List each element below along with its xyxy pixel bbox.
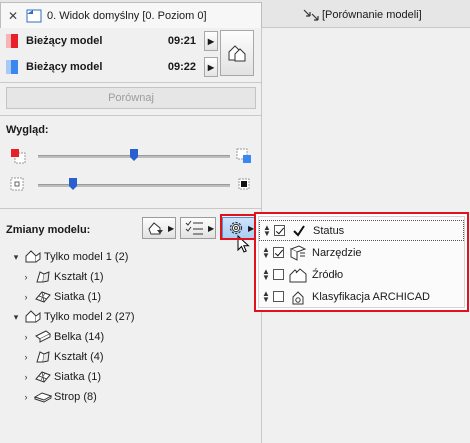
tree-group-row[interactable]: ▾ Tylko model 1 (2) [10,247,128,267]
tool-icon [288,244,308,261]
model-2-color-icon [236,148,251,163]
color-slider-thumb[interactable] [130,149,138,161]
tree-item-label: Kształt (1) [54,271,104,283]
slab-icon [32,389,54,405]
divider [0,115,262,116]
close-tab-icon[interactable]: ✕ [1,9,25,23]
status-checkbox[interactable] [274,225,285,236]
collapse-arrow-icon[interactable]: ▾ [10,252,22,263]
drag-handle-icon[interactable]: ▲ ▼ [259,267,273,281]
beam-icon [32,329,54,345]
document-icon [26,9,42,22]
tab-default-view[interactable]: ✕ 0. Widok domyślny [0. Poziom 0] [0,2,262,28]
tool-checkbox[interactable] [273,247,284,258]
tab-label: [Porównanie modeli] [322,9,422,21]
shape-icon [32,349,54,365]
model-2-time: 09:22 [167,61,196,73]
compare-arrows-icon [303,9,319,21]
model-row-1: Bieżący model 09:21 ▶ [6,30,218,52]
model-1-color-icon [11,149,26,164]
drag-handle-icon[interactable]: ▲ ▼ [259,245,273,259]
list-options-button[interactable]: ▶ [180,217,216,239]
columns-popup: ▲ ▼ Status ▲ ▼ Narzędzie ▲ ▼ Źródło ▲ ▼ … [254,212,469,312]
opacity-slider-thumb[interactable] [68,178,77,190]
tree-group-row[interactable]: ▾ Tylko model 2 (27) [10,307,134,327]
expand-arrow-icon[interactable]: › [20,352,32,362]
model-icon [22,249,44,265]
tree-item-label: Kształt (4) [54,351,104,363]
tab-model-compare[interactable]: [Porównanie modeli] [300,2,470,28]
expand-arrow-icon[interactable]: › [20,292,32,302]
tree-item-label: Belka (14) [54,331,105,343]
source-icon [288,267,308,283]
model-1-select-button[interactable]: ▶ [204,31,218,51]
model-1-time: 09:21 [167,35,196,47]
filled-square-icon [238,178,250,190]
expand-arrow-icon[interactable]: › [20,272,32,282]
tree-item-row[interactable]: › Kształt (1) [20,267,104,287]
column-label: Status [313,224,345,237]
tab-label: 0. Widok domyślny [0. Poziom 0] [47,9,207,22]
tree-item-row[interactable]: › Siatka (1) [20,287,102,307]
classification-icon [288,289,308,305]
expand-arrow-icon[interactable]: › [20,392,32,402]
model-1-label: Bieżący model [26,35,103,47]
model-changes-label: Zmiany modelu: [6,224,91,236]
divider [0,208,262,209]
model-1-color-swatch [6,34,18,48]
mesh-icon [32,369,54,385]
shape-icon [32,269,54,285]
column-item-status[interactable]: ▲ ▼ Status [259,220,464,241]
opacity-slider-row [6,175,256,195]
tab-bar: ✕ 0. Widok domyślny [0. Poziom 0] [Porów… [0,0,470,28]
model-icon [22,309,44,325]
classification-checkbox[interactable] [273,291,284,302]
compare-button[interactable]: Porównaj [6,87,256,109]
tree-item-row[interactable]: › Strop (8) [20,387,97,407]
swap-house-icon [228,45,246,62]
columns-list: ▲ ▼ Status ▲ ▼ Narzędzie ▲ ▼ Źródło ▲ ▼ … [258,216,465,308]
settings-button-highlight [220,214,258,240]
color-slider-row [6,146,256,166]
column-label: Narzędzie [312,246,362,259]
drag-handle-icon[interactable]: ▲ ▼ [259,289,273,303]
tree-item-label: Siatka (1) [54,291,102,303]
tree-item-label: Tylko model 2 (27) [44,311,135,323]
collapse-arrow-icon[interactable]: ▾ [10,312,22,323]
swap-models-button[interactable] [220,30,254,76]
model-2-select-button[interactable]: ▶ [204,57,218,77]
mesh-icon [32,289,54,305]
expand-arrow-icon[interactable]: › [20,332,32,342]
appearance-label: Wygląd: [6,124,49,136]
column-item-classification[interactable]: ▲ ▼ Klasyfikacja ARCHICAD [259,286,464,307]
filter-button[interactable]: ▶ [142,217,176,239]
model-2-label: Bieżący model [26,61,103,73]
drag-handle-icon[interactable]: ▲ ▼ [260,223,274,237]
tree-item-label: Tylko model 1 (2) [44,251,129,263]
column-label: Źródło [312,268,344,281]
tree-item-row[interactable]: › Kształt (4) [20,347,104,367]
tree-item-label: Strop (8) [54,391,97,403]
column-label: Klasyfikacja ARCHICAD [312,290,430,303]
checkmark-icon [289,223,309,239]
tree-item-row[interactable]: › Belka (14) [20,327,104,347]
model-row-2: Bieżący model 09:22 ▶ [6,56,218,78]
checklist-icon [185,220,203,235]
opacity-slider-track[interactable] [38,184,230,187]
divider [0,82,262,83]
filter-icon [148,222,163,235]
column-item-source[interactable]: ▲ ▼ Źródło [259,264,464,285]
expand-arrow-icon[interactable]: › [20,372,32,382]
tree-item-label: Siatka (1) [54,371,102,383]
column-item-tool[interactable]: ▲ ▼ Narzędzie [259,242,464,263]
model-2-color-swatch [6,60,18,74]
outline-square-icon [10,177,24,191]
source-checkbox[interactable] [273,269,284,280]
tree-item-row[interactable]: › Siatka (1) [20,367,102,387]
